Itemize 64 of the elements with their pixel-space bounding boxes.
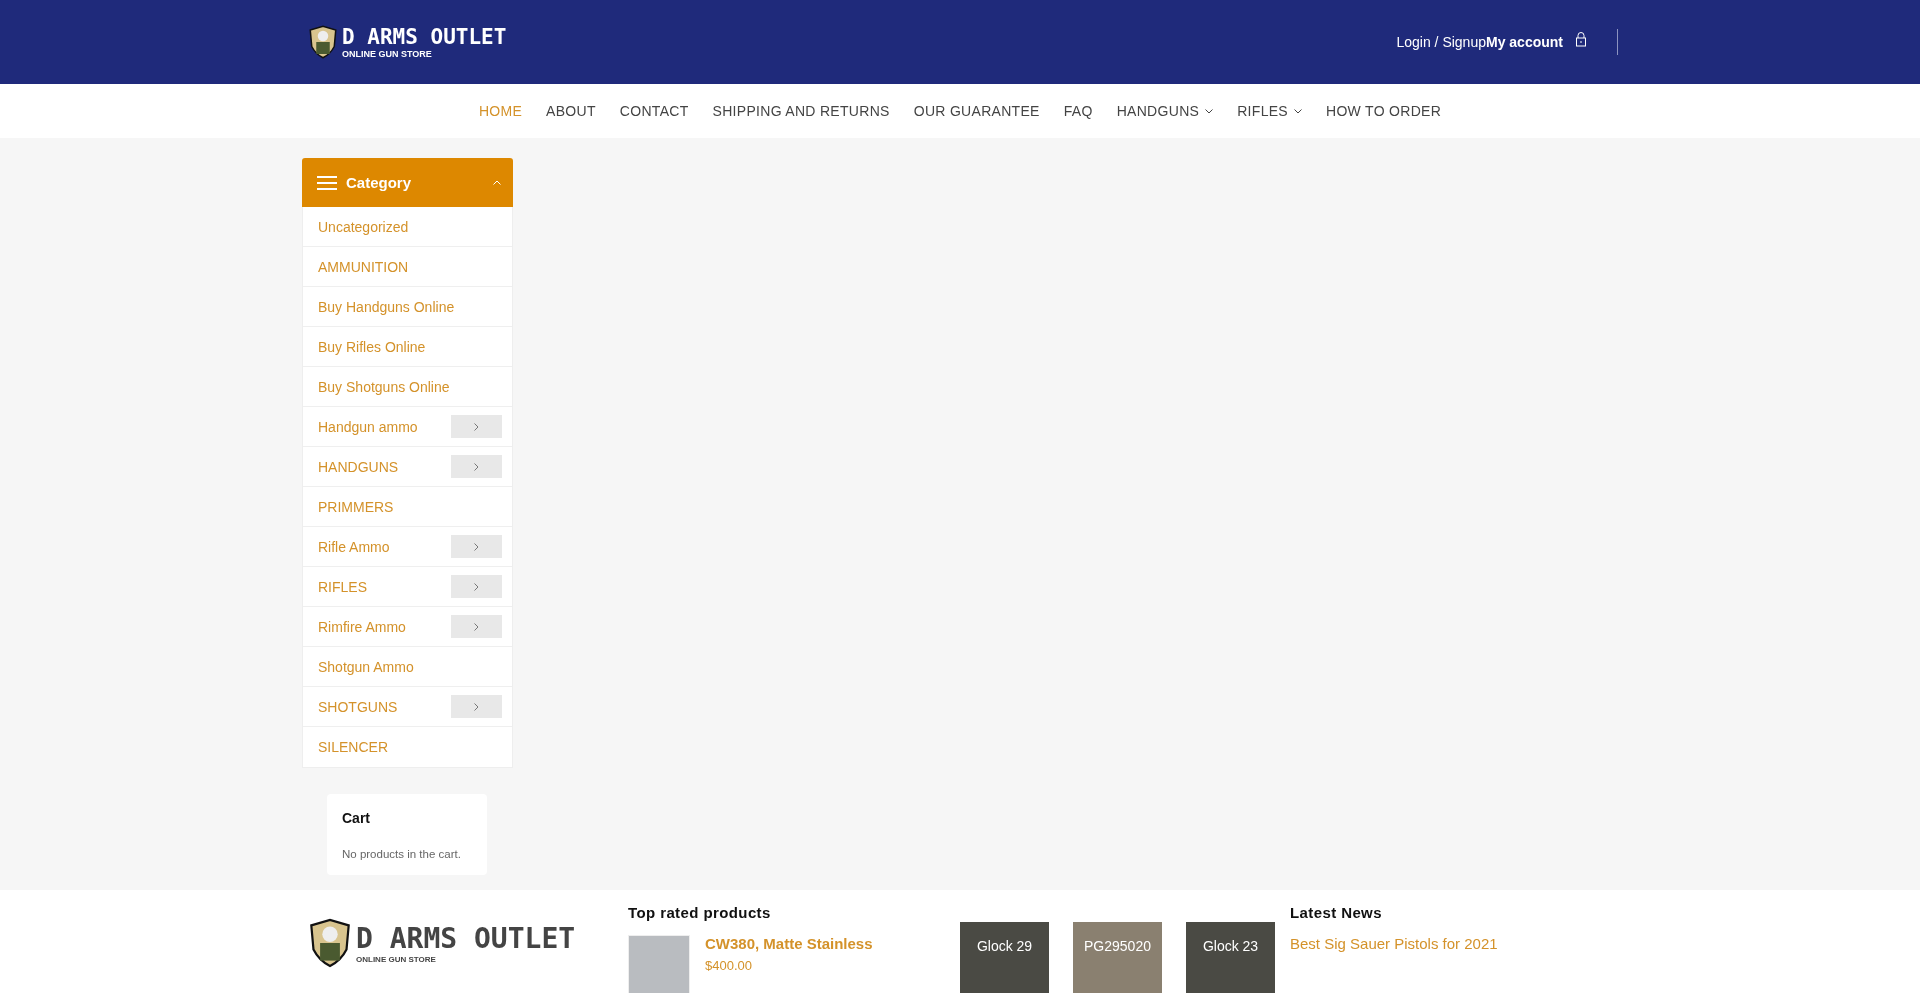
expand-button[interactable] (451, 535, 502, 558)
photo-caption: Glock 29 (976, 938, 1033, 954)
category-link[interactable]: AMMUNITION (318, 258, 409, 275)
footer-logo[interactable]: D ARMS OUTLET ONLINE GUN STORE (308, 918, 628, 968)
expand-button[interactable] (451, 415, 502, 438)
logo-name: D ARMS OUTLET (342, 25, 507, 49)
cart-message: No products in the cart. (342, 848, 462, 860)
expand-button[interactable] (451, 455, 502, 478)
category-link[interactable]: Buy Shotguns Online (318, 378, 450, 395)
logo-tagline: ONLINE GUN STORE (342, 49, 433, 59)
category-link[interactable]: HANDGUNS (318, 458, 399, 475)
chevron-right-icon (474, 542, 479, 551)
lock-icon[interactable] (1575, 31, 1587, 47)
nav-link[interactable]: HOW TO ORDER (1326, 103, 1442, 119)
pistol-photo-placeholder[interactable] (628, 935, 690, 993)
section-title: Latest News (1290, 904, 1383, 921)
expand-button[interactable] (451, 575, 502, 598)
category-header[interactable]: Category (302, 158, 513, 207)
category-link[interactable]: Buy Rifles Online (318, 338, 426, 355)
category-link[interactable]: Rimfire Ammo (318, 618, 406, 635)
section-title: Top rated products (628, 904, 772, 921)
category-link[interactable]: Uncategorized (318, 218, 409, 235)
expand-button[interactable] (451, 615, 502, 638)
category-title: Category (346, 174, 413, 191)
category-link[interactable]: PRIMMERS (318, 498, 394, 515)
chevron-icon (493, 180, 501, 185)
nav-link[interactable]: HANDGUNS (1116, 103, 1214, 119)
category-link[interactable]: Rifle Ammo (318, 538, 390, 555)
logo-name: D ARMS OUTLET (356, 922, 576, 955)
photo-placeholder[interactable]: PG295020 (1073, 922, 1162, 993)
chevron-right-icon (474, 462, 479, 471)
category-link[interactable]: SILENCER (318, 739, 389, 755)
nav-link[interactable]: RIFLES (1237, 103, 1302, 119)
photo-placeholder[interactable]: Glock 23 (1186, 922, 1275, 993)
photo-caption: Glock 23 (1202, 938, 1259, 954)
nav-link[interactable]: SHIPPING AND RETURNS (712, 103, 890, 119)
category-link[interactable]: Handgun ammo (318, 418, 418, 435)
category-link[interactable]: Shotgun Ammo (318, 658, 414, 675)
nav-link[interactable]: CONTACT (619, 103, 689, 119)
nav-link[interactable]: HOME (478, 103, 523, 119)
login-link[interactable]: Login / Signup (1396, 34, 1486, 50)
product-link[interactable]: CW380, Matte Stainless (705, 935, 873, 952)
news-link[interactable]: Best Sig Sauer Pistols for 2021 (1290, 935, 1498, 952)
nav-link[interactable]: ABOUT (546, 103, 596, 119)
soldier-shield-icon (308, 25, 338, 59)
chevron-right-icon (474, 622, 479, 631)
product-price: $400.00 (705, 958, 753, 973)
logo-tagline: ONLINE GUN STORE (356, 954, 437, 964)
soldier-shield-icon (308, 918, 352, 968)
site-logo[interactable]: D ARMS OUTLET ONLINE GUN STORE (308, 25, 507, 59)
nav-link[interactable]: FAQ (1063, 103, 1093, 119)
category-link[interactable]: Buy Handguns Online (318, 298, 455, 315)
photo-caption: PG295020 (1084, 938, 1151, 954)
nav-link[interactable]: OUR GUARANTEE (913, 103, 1040, 119)
category-link[interactable]: RIFLES (318, 578, 367, 595)
category-link[interactable]: SHOTGUNS (318, 698, 398, 715)
expand-button[interactable] (451, 695, 502, 718)
menu-icon (317, 175, 337, 190)
chevron-right-icon (474, 582, 479, 591)
photo-placeholder[interactable]: Glock 29 (960, 922, 1049, 993)
cart-title: Cart (342, 810, 371, 826)
chevron-right-icon (474, 422, 479, 431)
account-link[interactable]: My account (1486, 34, 1563, 50)
chevron-right-icon (474, 702, 479, 711)
